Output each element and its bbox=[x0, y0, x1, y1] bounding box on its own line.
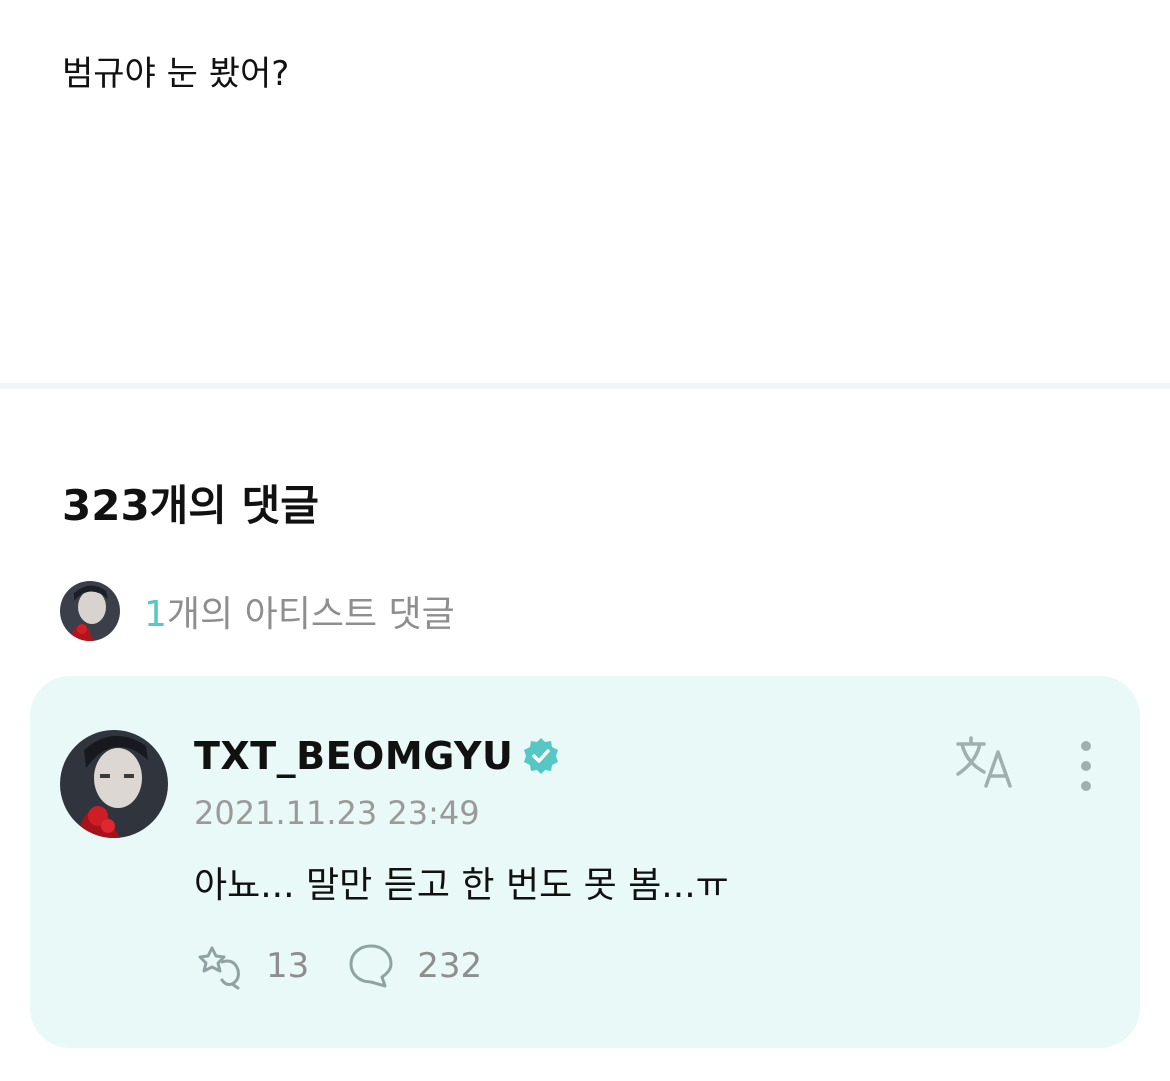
artist-comments-summary[interactable]: 1개의 아티스트 댓글 bbox=[60, 580, 455, 642]
section-divider bbox=[0, 383, 1170, 389]
artist-comment-card: TXT_BEOMGYU 2021.11.23 23:49 아뇨... 말만 듣고… bbox=[30, 676, 1140, 1048]
cheer-icon bbox=[198, 946, 240, 990]
cheer-count: 13 bbox=[266, 946, 310, 986]
artist-comment-count: 1 bbox=[144, 594, 167, 635]
author-row: TXT_BEOMGYU bbox=[194, 734, 561, 778]
author-name[interactable]: TXT_BEOMGYU bbox=[194, 734, 513, 778]
comment-timestamp: 2021.11.23 23:49 bbox=[194, 794, 480, 832]
reply-button[interactable]: 232 bbox=[345, 940, 482, 992]
translate-icon[interactable] bbox=[954, 736, 1018, 792]
more-vertical-icon[interactable] bbox=[1066, 736, 1106, 796]
post-text: 범규야 눈 봤어? bbox=[62, 54, 290, 94]
comments-count-title: 323개의 댓글 bbox=[62, 481, 319, 530]
artist-comments-label: 1개의 아티스트 댓글 bbox=[144, 585, 455, 637]
reply-count: 232 bbox=[417, 946, 483, 986]
comment-actions: 13 232 bbox=[194, 940, 518, 992]
comment-bubble-icon bbox=[349, 944, 393, 988]
verified-badge-icon bbox=[524, 738, 559, 774]
comment-body: 아뇨... 말만 듣고 한 번도 못 봄...ㅠ bbox=[194, 865, 729, 906]
author-avatar[interactable] bbox=[60, 730, 168, 838]
artist-avatar bbox=[60, 581, 120, 641]
artist-comment-text: 개의 아티스트 댓글 bbox=[166, 594, 455, 635]
cheer-button[interactable]: 13 bbox=[194, 940, 309, 992]
